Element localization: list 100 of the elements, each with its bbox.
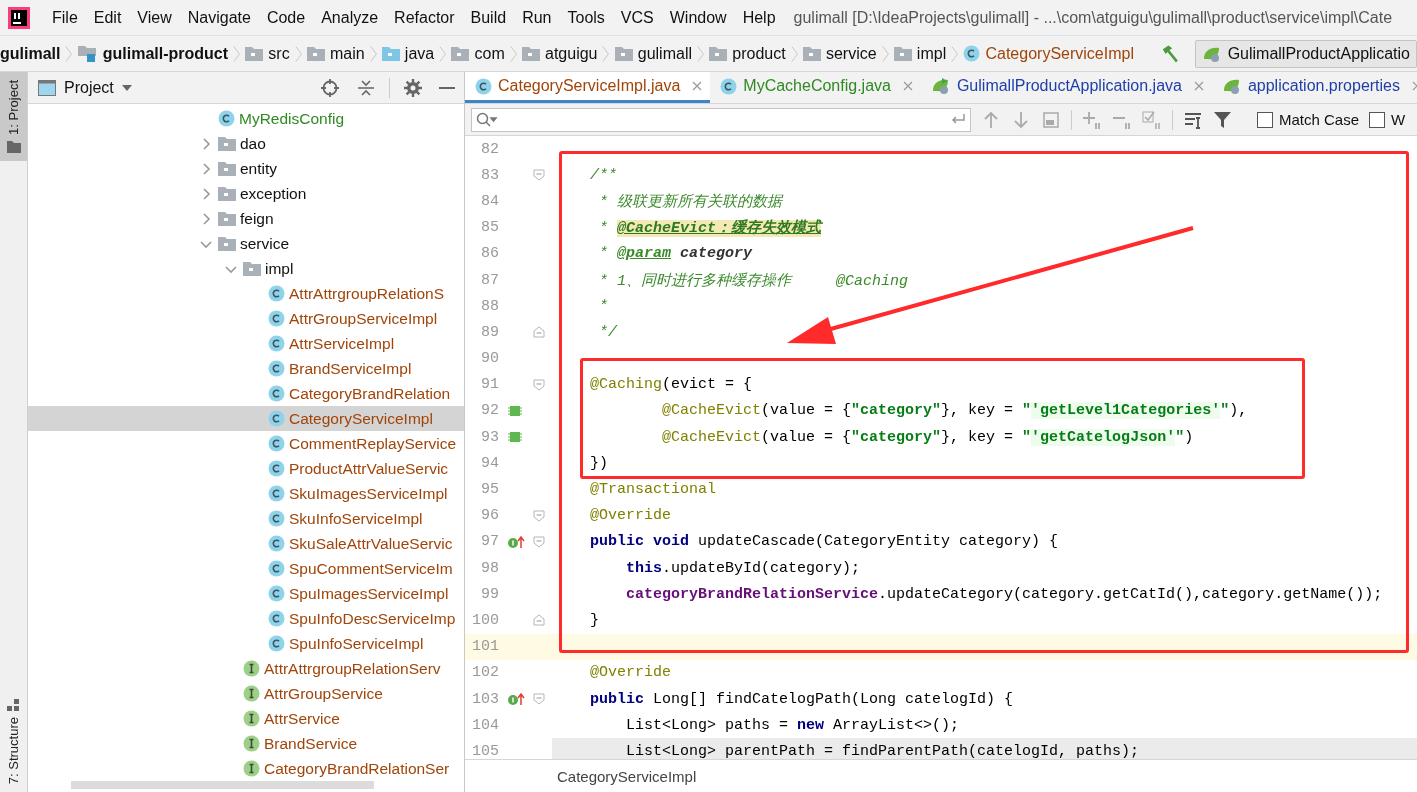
implements-icon[interactable] — [508, 534, 526, 549]
class-icon — [268, 560, 285, 577]
search-field[interactable] — [471, 107, 971, 132]
tree-item[interactable]: BrandServiceImpl — [28, 356, 464, 381]
menu-item[interactable]: Tools — [559, 8, 613, 27]
code-line: List<Long> paths = new ArrayList<>(); — [625, 716, 960, 734]
code-line: @Override — [589, 664, 672, 682]
settings-icon[interactable] — [404, 78, 422, 97]
arrow-down-icon[interactable] — [1011, 109, 1031, 130]
tree-item[interactable]: CategoryServiceImpl — [28, 406, 464, 431]
menu-item[interactable]: View — [129, 8, 180, 27]
select-occurrences-icon[interactable] — [1142, 109, 1162, 130]
horizontal-scrollbar[interactable] — [71, 781, 374, 789]
line-number: 93 — [480, 428, 499, 446]
breadcrumb-item[interactable]: gulimall-product — [77, 44, 229, 63]
chevron-right-icon — [437, 43, 449, 64]
run-configuration-dropdown[interactable]: GulimallProductApplicatio — [1194, 39, 1417, 68]
tree-item[interactable]: exception — [28, 181, 464, 206]
breadcrumb-item[interactable]: impl — [893, 44, 947, 63]
tree-item[interactable]: dao — [28, 131, 464, 156]
select-all-icon[interactable] — [1041, 109, 1061, 130]
line-number: 97 — [480, 533, 499, 551]
editor-tab[interactable]: GulimallProductApplication.java — [920, 72, 1212, 103]
panel-title[interactable]: Project — [64, 78, 114, 97]
menu-item[interactable]: Refactor — [386, 8, 463, 27]
breadcrumb-item[interactable]: gulimall — [614, 44, 692, 63]
menu-item[interactable]: Navigate — [179, 8, 259, 27]
interface-icon — [243, 660, 260, 677]
menu-item[interactable]: Help — [734, 8, 784, 27]
breadcrumb-item[interactable]: com — [451, 44, 505, 63]
breadcrumb-item[interactable]: service — [802, 44, 877, 63]
menu-item[interactable]: File — [44, 8, 86, 27]
editor-tab[interactable]: application.properties — [1211, 72, 1417, 103]
close-icon[interactable] — [692, 81, 703, 91]
tree-item-label: SpuCommentServiceIm — [289, 559, 453, 578]
bean-icon[interactable] — [508, 404, 522, 417]
tree-item[interactable]: feign — [28, 206, 464, 231]
menu-item[interactable]: Edit — [85, 8, 130, 27]
editor-tab[interactable]: MyCacheConfig.java — [710, 72, 921, 103]
tree-item[interactable]: impl — [28, 256, 464, 281]
close-icon[interactable] — [1193, 81, 1204, 91]
breadcrumb-item[interactable]: main — [306, 44, 365, 63]
tree-item[interactable]: CommentReplayService — [28, 431, 464, 456]
tree-item[interactable]: AttrGroupService — [28, 681, 464, 706]
add-occurrence-icon[interactable] — [1082, 109, 1102, 130]
menu-item[interactable]: Run — [514, 8, 560, 27]
filter-icon[interactable] — [1213, 109, 1233, 130]
collapse-all-icon[interactable] — [357, 78, 375, 97]
editor-tab[interactable]: CategoryServiceImpl.java — [465, 72, 711, 103]
line-number: 103 — [471, 690, 499, 708]
fold-icon[interactable] — [533, 169, 545, 182]
tree-item[interactable]: AttrAttrgroupRelationS — [28, 281, 464, 306]
fold-icon[interactable] — [533, 614, 545, 627]
tree-item[interactable]: CategoryBrandRelation — [28, 381, 464, 406]
breadcrumb-item[interactable]: gulimall — [0, 44, 61, 63]
caret-icon[interactable] — [121, 84, 132, 91]
bean-icon[interactable] — [508, 431, 522, 444]
tree-item[interactable]: SpuInfoDescServiceImp — [28, 606, 464, 631]
option-checkbox[interactable]: Match Case — [1257, 111, 1360, 128]
breadcrumb-item[interactable]: CategoryServiceImpl — [963, 44, 1134, 63]
tree-item[interactable]: service — [28, 231, 464, 256]
tool-window-tab[interactable]: 1: Project — [0, 72, 27, 161]
tree-item[interactable]: AttrGroupServiceImpl — [28, 306, 464, 331]
menu-item[interactable]: Build — [462, 8, 515, 27]
tree-item[interactable]: SpuInfoServiceImpl — [28, 631, 464, 656]
implements-icon[interactable] — [508, 692, 526, 707]
tree-item[interactable]: ProductAttrValueServic — [28, 456, 464, 481]
tool-window-tab[interactable]: 7: Structure — [0, 690, 27, 792]
tree-item[interactable]: CategoryBrandRelationSer — [28, 756, 464, 781]
menu-item[interactable]: Code — [258, 8, 314, 27]
option-checkbox[interactable]: W — [1369, 111, 1406, 128]
tree-item[interactable]: AttrService — [28, 706, 464, 731]
code-line: categoryBrandRelationService.updateCategory(category.getCatId(),category.getName()); — [625, 585, 1383, 603]
breadcrumb-item[interactable]: product — [709, 44, 786, 63]
tree-item[interactable]: AttrServiceImpl — [28, 331, 464, 356]
breadcrumb-item[interactable]: atguigu — [522, 44, 598, 63]
fold-icon[interactable] — [533, 693, 545, 706]
breadcrumb-item[interactable]: java — [381, 44, 435, 63]
tree-item[interactable]: MyRedisConfig — [28, 106, 464, 131]
fold-icon[interactable] — [533, 535, 545, 548]
locate-icon[interactable] — [321, 78, 339, 97]
tree-item[interactable]: AttrAttrgroupRelationServ — [28, 656, 464, 681]
folder-icon — [451, 46, 470, 61]
editor-breadcrumb[interactable]: CategoryServiceImpl — [557, 767, 697, 785]
tree-item[interactable]: SkuSaleAttrValueServic — [28, 531, 464, 556]
tree-item[interactable]: SkuImagesServiceImpl — [28, 481, 464, 506]
fold-icon[interactable] — [533, 378, 545, 391]
menu-item[interactable]: VCS — [612, 8, 662, 27]
tree-item[interactable]: SkuInfoServiceImpl — [28, 506, 464, 531]
fold-icon[interactable] — [533, 326, 545, 339]
menu-item[interactable]: Window — [661, 8, 735, 27]
line-number: 85 — [480, 219, 499, 237]
close-icon[interactable] — [902, 81, 913, 91]
tree-item[interactable]: entity — [28, 156, 464, 181]
tree-item[interactable]: SpuCommentServiceIm — [28, 556, 464, 581]
fold-icon[interactable] — [533, 509, 545, 522]
tree-item[interactable]: SpuImagesServiceImpl — [28, 581, 464, 606]
menu-item[interactable]: Analyze — [313, 8, 387, 27]
tree-item[interactable]: BrandService — [28, 731, 464, 756]
breadcrumb-item[interactable]: src — [245, 44, 290, 63]
